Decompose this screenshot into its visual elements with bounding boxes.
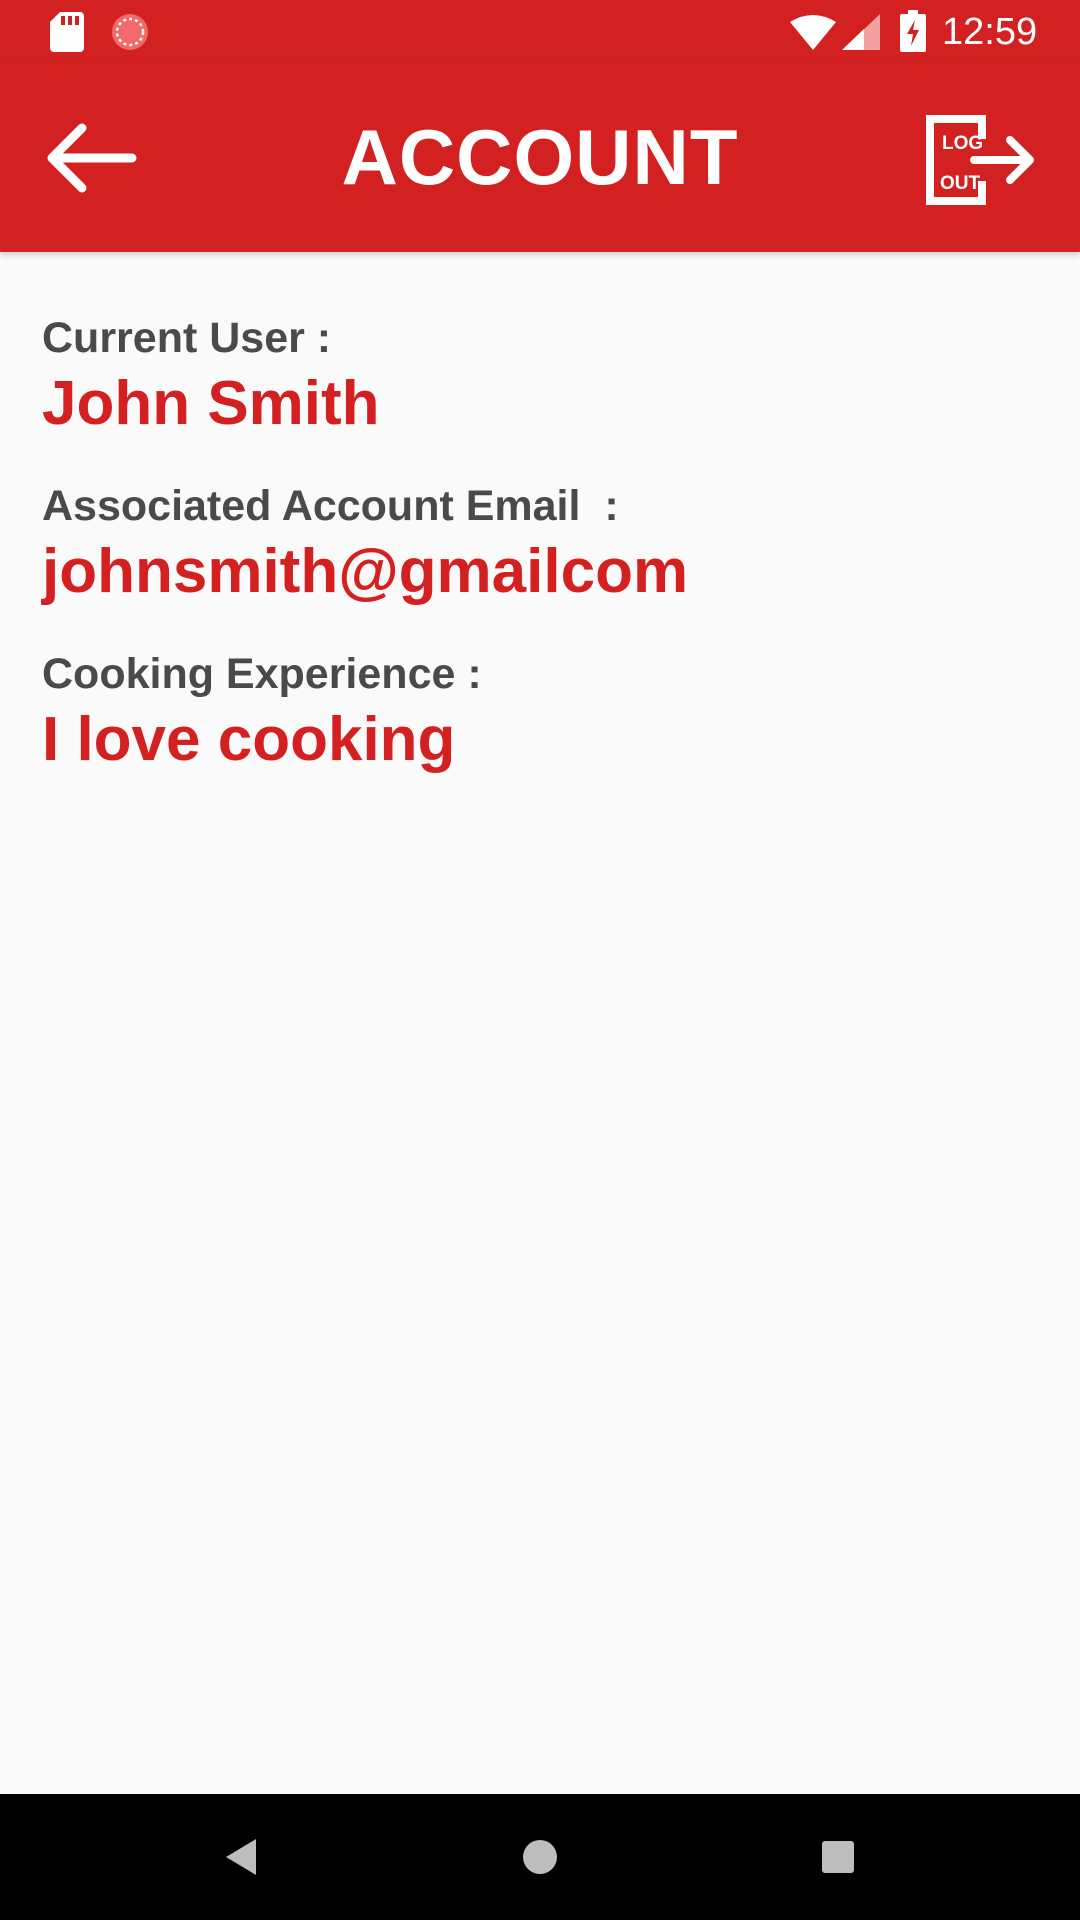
system-nav-bar	[0, 1794, 1080, 1920]
page-title: ACCOUNT	[341, 113, 739, 201]
battery-charging-icon	[900, 10, 926, 52]
current-user-value: John Smith	[42, 369, 380, 438]
account-email-value: johnsmith@gmailcom	[42, 537, 689, 606]
nav-recents-icon[interactable]	[808, 1827, 868, 1887]
wifi-icon	[790, 15, 836, 50]
logout-button[interactable]: LOG OUT	[926, 113, 1038, 207]
app-bar: ACCOUNT LOG OUT	[0, 63, 1080, 252]
logout-icon: LOG OUT	[926, 115, 1034, 205]
recording-icon	[112, 14, 148, 50]
sd-card-icon	[50, 12, 84, 52]
status-clock: 12:59	[942, 11, 1038, 53]
cooking-experience-value: I love cooking	[42, 705, 456, 774]
nav-home-icon[interactable]	[510, 1827, 570, 1887]
account-email-label: Associated Account Email :	[42, 482, 619, 530]
arrow-left-icon	[47, 123, 137, 193]
cell-signal-icon	[842, 14, 880, 50]
status-bar: 12:59	[0, 0, 1080, 63]
logout-text-line1: LOG	[942, 133, 983, 154]
nav-back-icon[interactable]	[212, 1827, 272, 1887]
current-user-label: Current User :	[42, 314, 332, 362]
cooking-experience-label: Cooking Experience :	[42, 650, 482, 698]
logout-text-line2: OUT	[940, 173, 981, 194]
back-button[interactable]	[40, 118, 140, 198]
